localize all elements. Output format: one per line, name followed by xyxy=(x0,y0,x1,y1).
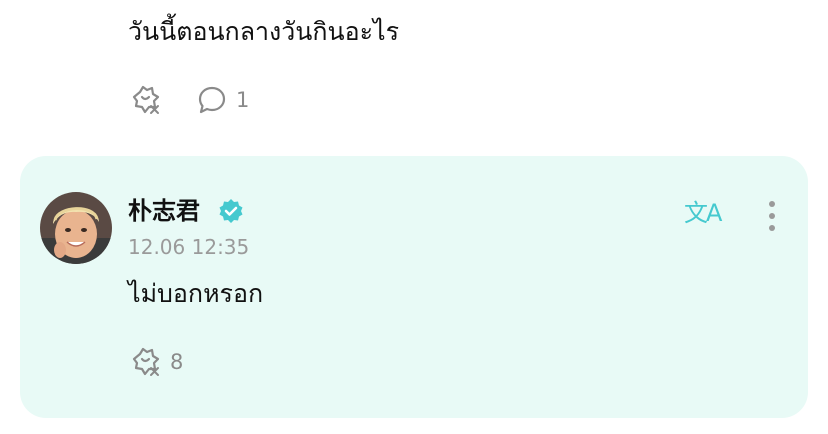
reply-text: ไม่บอกหรอก xyxy=(128,279,264,308)
reaction-button[interactable] xyxy=(128,83,162,117)
reaction-add-icon xyxy=(132,347,160,376)
avatar[interactable] xyxy=(40,192,112,264)
reaction-add-icon xyxy=(132,85,160,114)
translate-icon: 文A xyxy=(684,199,722,227)
comment-bubble-icon xyxy=(198,86,226,114)
reaction-count: 8 xyxy=(170,350,184,374)
comment-thread: วันนี้ตอนกลางวันกินอะไร 1 朴志君 12.06 12:3… xyxy=(0,0,828,434)
comment-button[interactable]: 1 xyxy=(196,82,249,118)
previous-comment: วันนี้ตอนกลางวันกินอะไร 1 xyxy=(0,0,828,150)
comment-count: 1 xyxy=(236,88,250,112)
verified-badge-icon xyxy=(219,199,243,223)
author-name[interactable]: 朴志君 xyxy=(128,194,200,228)
comment-text: วันนี้ตอนกลางวันกินอะไร xyxy=(128,17,400,46)
artist-reply-card: 朴志君 12.06 12:35 ไม่บอกหรอก 文A 8 xyxy=(20,156,808,418)
timestamp: 12.06 12:35 xyxy=(128,235,250,259)
comment-actions: 1 xyxy=(128,82,249,118)
more-vertical-icon xyxy=(769,201,775,231)
more-options-button[interactable] xyxy=(760,198,784,238)
reaction-button[interactable]: 8 xyxy=(128,344,183,380)
translate-button[interactable]: 文A xyxy=(684,196,722,230)
reply-actions: 8 xyxy=(128,344,183,380)
